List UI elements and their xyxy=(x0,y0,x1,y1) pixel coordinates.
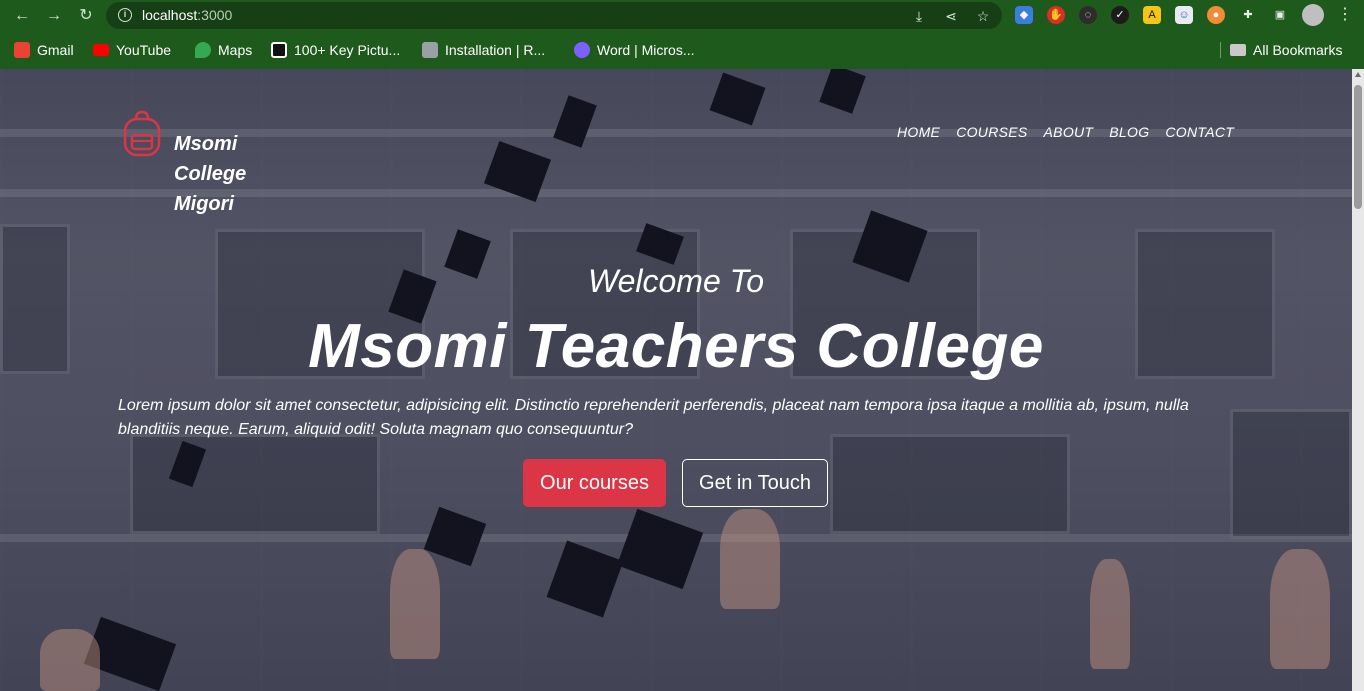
graduation-cap xyxy=(616,508,704,590)
hero-description: Lorem ipsum dolor sit amet consectetur, … xyxy=(118,397,1189,438)
hero-title: Msomi Teachers College xyxy=(308,312,1044,381)
site-name: Msomi College Migori xyxy=(174,129,294,219)
bookmark-label: Gmail xyxy=(37,42,74,58)
profile-avatar[interactable] xyxy=(1302,4,1324,26)
address-url[interactable]: localhost:3000 xyxy=(142,7,232,23)
url-port: :3000 xyxy=(197,7,233,23)
graduation-cap xyxy=(553,95,597,148)
raised-hand xyxy=(40,629,100,691)
back-arrow-icon[interactable]: ← xyxy=(12,6,32,26)
raised-hand xyxy=(390,549,440,659)
extension-robot-icon[interactable]: ☺ xyxy=(1175,6,1193,24)
side-panel-icon[interactable]: ▣ xyxy=(1271,6,1289,24)
raised-hand xyxy=(1270,549,1330,669)
scrollbar-thumb[interactable] xyxy=(1354,85,1362,209)
gmail-icon xyxy=(14,42,30,58)
bookmark-label: 100+ Key Pictu... xyxy=(294,42,401,58)
site-name-line: Msomi xyxy=(174,133,238,155)
nav-contact[interactable]: CONTACT xyxy=(1165,124,1234,140)
word-icon xyxy=(574,42,590,58)
bookmark-gmail[interactable]: Gmail xyxy=(14,40,74,60)
get-in-touch-button[interactable]: Get in Touch xyxy=(682,459,828,507)
nav-courses[interactable]: COURSES xyxy=(956,124,1027,140)
bookmarks-bar: Gmail YouTube Maps 100+ Key Pictu... Ins… xyxy=(0,36,1364,64)
building-window xyxy=(130,434,380,534)
extensions-puzzle-icon[interactable]: ✚ xyxy=(1239,6,1257,24)
bookmarks-divider xyxy=(1220,42,1221,58)
bookmark-maps[interactable]: Maps xyxy=(195,40,252,60)
building-window xyxy=(1230,409,1352,539)
all-bookmarks-label: All Bookmarks xyxy=(1253,42,1343,58)
backpack-icon xyxy=(123,110,161,157)
graduation-cap xyxy=(546,540,624,618)
browser-toolbar: ← → ↻ i localhost:3000 ⤓ ⋖ ☆ ◆ ✋ ◌ ✓ A ☺… xyxy=(0,0,1364,32)
bookmark-label: YouTube xyxy=(116,42,172,58)
url-host: localhost xyxy=(142,7,198,23)
bookmark-label: Word | Micros... xyxy=(597,42,695,58)
site-name-line: College xyxy=(174,163,247,185)
site-name-line: Migori xyxy=(174,193,234,215)
bookmark-star-icon[interactable]: ☆ xyxy=(974,7,992,25)
graduation-cap xyxy=(819,69,866,114)
main-navigation: HOME COURSES ABOUT BLOG CONTACT xyxy=(897,124,1234,140)
site-info-icon[interactable]: i xyxy=(118,8,132,22)
install-app-icon[interactable]: ⤓ xyxy=(910,7,928,25)
extension-loader-icon[interactable]: ◌ xyxy=(1079,6,1097,24)
bookmark-youtube[interactable]: YouTube xyxy=(93,40,171,60)
graduation-cap xyxy=(423,506,487,567)
forward-arrow-icon[interactable]: → xyxy=(44,6,64,26)
page-icon xyxy=(271,42,287,58)
bookmark-key-pictures[interactable]: 100+ Key Pictu... xyxy=(271,40,400,60)
bookmark-word[interactable]: Word | Micros... xyxy=(574,40,695,60)
bookmark-installation[interactable]: Installation | R... xyxy=(422,40,545,60)
share-icon[interactable]: ⋖ xyxy=(942,7,960,25)
our-courses-button[interactable]: Our courses xyxy=(523,459,666,507)
hero-section: Msomi College Migori HOME COURSES ABOUT … xyxy=(0,69,1352,691)
all-bookmarks[interactable]: All Bookmarks xyxy=(1230,40,1342,60)
raised-hand xyxy=(720,509,780,609)
nav-blog[interactable]: BLOG xyxy=(1109,124,1149,140)
browser-chrome: ← → ↻ i localhost:3000 ⤓ ⋖ ☆ ◆ ✋ ◌ ✓ A ☺… xyxy=(0,0,1364,69)
building-window xyxy=(830,434,1070,534)
page-scrollbar[interactable] xyxy=(1352,69,1364,691)
address-bar[interactable]: i localhost:3000 ⤓ ⋖ ☆ xyxy=(106,2,1002,29)
folder-icon xyxy=(1230,44,1246,56)
maps-icon xyxy=(195,42,211,58)
extension-yellow-icon[interactable]: A xyxy=(1143,6,1161,24)
extension-orange-icon[interactable]: ● xyxy=(1207,6,1225,24)
scroll-up-arrow-icon[interactable] xyxy=(1355,72,1361,77)
bookmark-label: Installation | R... xyxy=(445,42,546,58)
nav-home[interactable]: HOME xyxy=(897,124,940,140)
extension-adblock-icon[interactable]: ✋ xyxy=(1047,6,1065,24)
browser-menu-icon[interactable]: ⋮ xyxy=(1336,6,1354,24)
hero-welcome: Welcome To xyxy=(587,263,765,299)
page-icon xyxy=(422,42,438,58)
youtube-icon xyxy=(93,44,109,56)
extension-shield-icon[interactable]: ◆ xyxy=(1015,6,1033,24)
raised-hand xyxy=(1090,559,1130,669)
reload-icon[interactable]: ↻ xyxy=(76,6,96,26)
bookmark-label: Maps xyxy=(218,42,253,58)
nav-about[interactable]: ABOUT xyxy=(1044,124,1094,140)
extension-check-icon[interactable]: ✓ xyxy=(1111,6,1129,24)
graduation-cap xyxy=(709,72,766,126)
